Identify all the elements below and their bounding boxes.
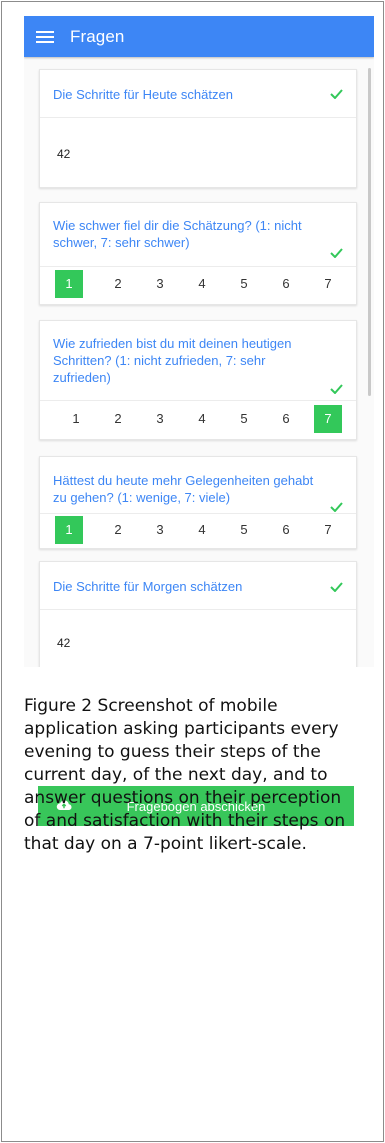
scale-option-7[interactable]: 7	[314, 405, 342, 433]
scale-option-3[interactable]: 3	[146, 405, 174, 433]
question-label: Wie schwer fiel dir die Schätzung? (1: n…	[53, 218, 302, 250]
question-card-steps-today: Die Schritte für Heute schätzen 42	[39, 69, 357, 188]
scale-option-4[interactable]: 4	[188, 516, 216, 544]
scale-option-6[interactable]: 6	[272, 405, 300, 433]
check-icon	[330, 502, 343, 512]
app-title: Fragen	[70, 26, 125, 46]
check-icon	[330, 582, 343, 592]
scale-option-2[interactable]: 2	[104, 516, 132, 544]
steps-input[interactable]: 42	[57, 636, 70, 650]
scale-option-1[interactable]: 1	[62, 405, 90, 433]
scale-option-3[interactable]: 3	[146, 516, 174, 544]
scale-option-5[interactable]: 5	[230, 516, 258, 544]
scale-option-5[interactable]: 5	[230, 270, 258, 298]
scale-option-1[interactable]: 1	[55, 516, 83, 544]
card-divider	[40, 117, 356, 118]
figure-frame: Fragen Die Schritte für Heute schätzen 4…	[1, 1, 384, 1142]
question-label: Die Schritte für Morgen schätzen	[53, 579, 243, 594]
card-divider	[40, 609, 356, 610]
likert-scale-difficulty: 1 2 3 4 5 6 7	[40, 270, 356, 298]
scale-option-3[interactable]: 3	[146, 270, 174, 298]
scale-option-6[interactable]: 6	[272, 516, 300, 544]
check-icon	[330, 89, 343, 99]
figure-caption: Figure 2 Screenshot of mobile applicatio…	[24, 696, 346, 854]
likert-scale-satisfaction: 1 2 3 4 5 6 7	[40, 405, 356, 433]
scale-option-6[interactable]: 6	[272, 270, 300, 298]
scrollbar[interactable]	[368, 68, 371, 396]
scale-option-7[interactable]: 7	[314, 516, 342, 544]
steps-input[interactable]: 42	[57, 147, 70, 161]
check-icon	[330, 248, 343, 258]
scale-option-4[interactable]: 4	[188, 405, 216, 433]
card-divider	[40, 400, 356, 401]
question-label: Wie zufrieden bist du mit deinen heutige…	[53, 336, 292, 385]
question-card-difficulty: Wie schwer fiel dir die Schätzung? (1: n…	[39, 202, 357, 305]
scale-option-4[interactable]: 4	[188, 270, 216, 298]
menu-icon[interactable]	[36, 30, 54, 44]
phone-screen: Fragen Die Schritte für Heute schätzen 4…	[24, 16, 374, 667]
scale-option-1[interactable]: 1	[55, 270, 83, 298]
card-divider	[40, 266, 356, 267]
scale-option-7[interactable]: 7	[314, 270, 342, 298]
card-divider	[40, 513, 356, 514]
question-label: Die Schritte für Heute schätzen	[53, 87, 233, 102]
check-icon	[330, 384, 343, 394]
likert-scale-opportunities: 1 2 3 4 5 6 7	[40, 516, 356, 544]
question-card-opportunities: Hättest du heute mehr Gelegenheiten geha…	[39, 456, 357, 549]
scale-option-5[interactable]: 5	[230, 405, 258, 433]
app-bar: Fragen	[24, 16, 374, 57]
question-card-satisfaction: Wie zufrieden bist du mit deinen heutige…	[39, 320, 357, 440]
scale-option-2[interactable]: 2	[104, 270, 132, 298]
question-label: Hättest du heute mehr Gelegenheiten geha…	[53, 473, 314, 505]
scale-option-2[interactable]: 2	[104, 405, 132, 433]
question-card-steps-tomorrow: Die Schritte für Morgen schätzen 42	[39, 561, 357, 667]
